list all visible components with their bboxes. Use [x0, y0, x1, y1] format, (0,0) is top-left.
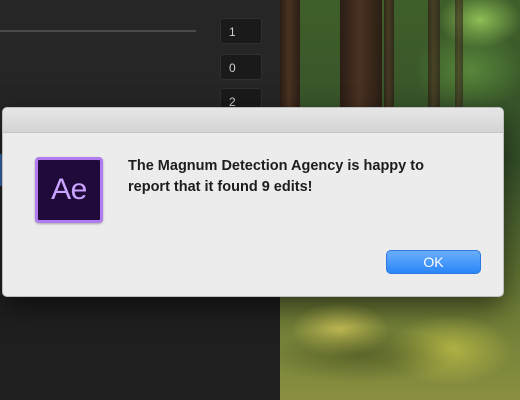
tree-trunk — [455, 0, 463, 110]
numeric-field-1[interactable]: 1 — [220, 18, 262, 44]
panel-lower-area — [0, 296, 280, 400]
screen: 1 0 2 Ae The Magnum Detection Agency is … — [0, 0, 520, 400]
tree-trunk — [280, 0, 300, 110]
alert-message-line-2: report that it found 9 edits! — [128, 179, 313, 195]
tree-trunk — [384, 0, 394, 110]
alert-message-line-1: The Magnum Detection Agency is happy to — [128, 158, 424, 174]
tree-trunk — [340, 0, 382, 110]
alert-dialog: Ae The Magnum Detection Agency is happy … — [2, 107, 504, 297]
alert-message: The Magnum Detection Agency is happy to … — [128, 156, 488, 198]
after-effects-app-icon: Ae — [35, 157, 103, 223]
slider-track[interactable] — [0, 30, 196, 32]
forest-ground — [280, 295, 520, 400]
tree-trunk — [428, 0, 440, 110]
numeric-field-2[interactable]: 0 — [220, 54, 262, 80]
app-icon-label: Ae — [51, 173, 87, 206]
dialog-titlebar[interactable] — [3, 108, 503, 133]
ok-button[interactable]: OK — [386, 250, 481, 274]
